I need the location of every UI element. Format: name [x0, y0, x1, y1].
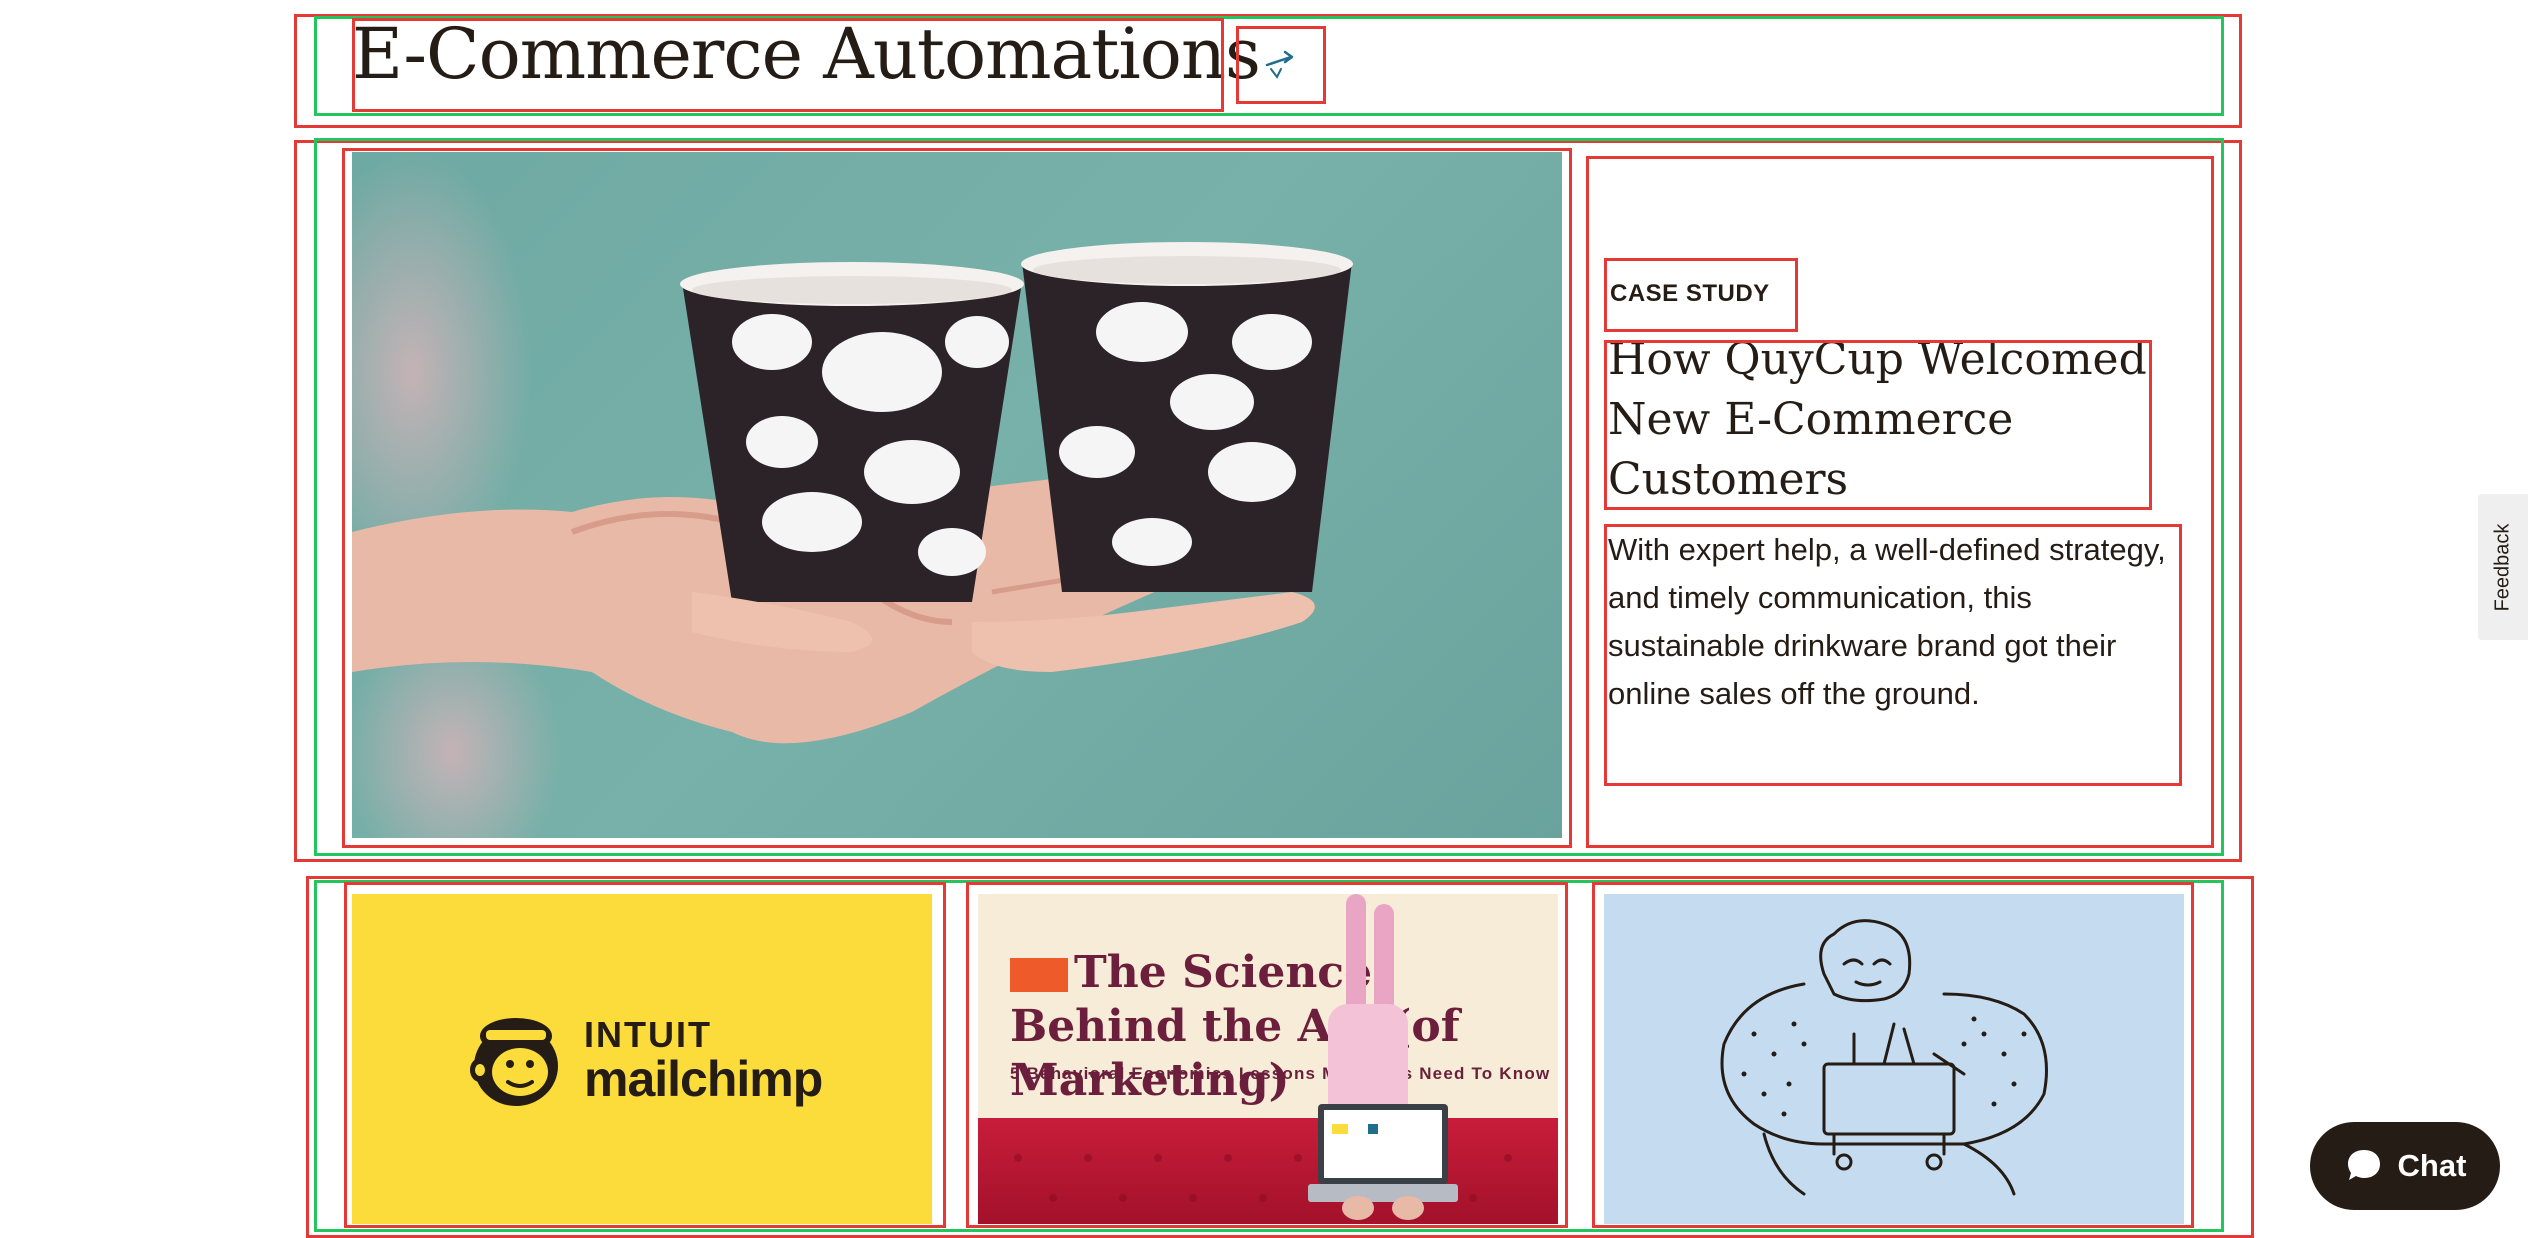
- share-arrow-icon[interactable]: [1238, 28, 1324, 100]
- sofa-image: [978, 1118, 1558, 1224]
- shopping-illustration-card[interactable]: [1604, 894, 2184, 1224]
- case-study-heading[interactable]: How QuyCup Welcomed New E-Commerce Custo…: [1608, 330, 2148, 510]
- science-card-subtitle: 5 Behavioral Economics Lessons Marketers…: [1010, 1064, 1551, 1083]
- mailchimp-logo: INTUIT mailchimp: [462, 1006, 823, 1114]
- mailchimp-card[interactable]: INTUIT mailchimp: [352, 894, 932, 1224]
- feedback-label: Feedback: [2491, 523, 2514, 611]
- mailchimp-logo-wordmark: mailchimp: [584, 1051, 823, 1107]
- science-of-marketing-card[interactable]: The Science Behind the Art (of Marketing…: [978, 894, 1558, 1224]
- chat-label: Chat: [2397, 1148, 2467, 1183]
- freddie-icon: [470, 1018, 558, 1106]
- chat-bubble-icon: [2347, 1150, 2380, 1180]
- laptop-icon: [1308, 1104, 1458, 1220]
- chat-button[interactable]: Chat: [2310, 1122, 2500, 1210]
- case-study-description: With expert help, a well-defined strateg…: [1608, 532, 2166, 711]
- page: E-Commerce Automations CASE STUDY How Qu…: [0, 0, 2528, 1238]
- mailchimp-logo-intuit: INTUIT: [584, 1014, 712, 1055]
- case-study-image[interactable]: [352, 152, 1562, 838]
- page-title: E-Commerce Automations: [352, 13, 1261, 95]
- case-study-label: CASE STUDY: [1610, 280, 1770, 307]
- feedback-tab[interactable]: Feedback: [2478, 494, 2528, 640]
- person-with-shopping-cart-illustration: [1720, 919, 2048, 1196]
